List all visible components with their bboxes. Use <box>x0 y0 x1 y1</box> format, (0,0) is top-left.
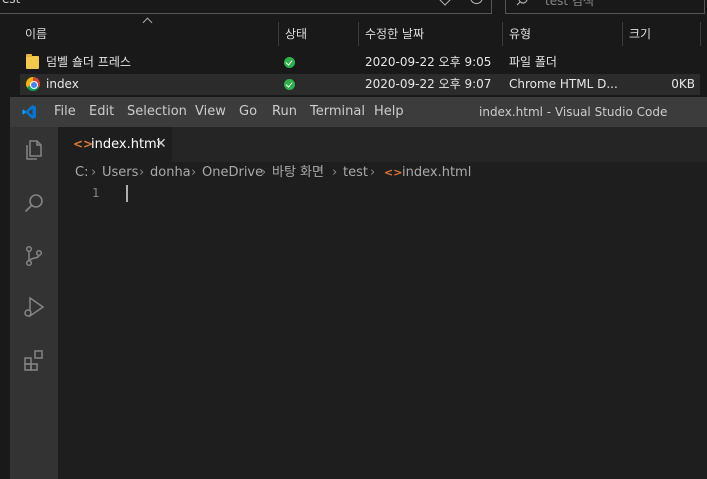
vscode-logo-icon <box>22 105 36 119</box>
list-item[interactable]: 덤벨 숄더 프레스 2020-09-22 오후 9:05 파일 폴더 <box>20 52 700 73</box>
chevron-right-icon: › <box>261 165 267 180</box>
address-bar[interactable] <box>0 0 492 14</box>
column-divider[interactable] <box>278 22 279 46</box>
file-date: 2020-09-22 오후 9:07 <box>365 77 492 91</box>
search-icon[interactable] <box>22 191 46 215</box>
breadcrumb-item[interactable]: test <box>343 162 368 184</box>
column-type[interactable]: 유형 <box>509 22 531 46</box>
list-item[interactable]: index 2020-09-22 오후 9:07 Chrome HTML D..… <box>20 74 700 95</box>
chevron-right-icon: › <box>332 165 338 180</box>
extensions-icon[interactable] <box>22 348 46 372</box>
menu-view[interactable]: View <box>195 97 226 127</box>
sync-status-icon <box>284 79 295 90</box>
search-placeholder: test 검색 <box>545 0 594 8</box>
column-divider[interactable] <box>622 22 623 46</box>
menu-run[interactable]: Run <box>272 97 297 127</box>
file-type: Chrome HTML D... <box>509 77 618 91</box>
activity-bar <box>10 127 58 479</box>
vscode-window: File Edit Selection View Go Run Terminal… <box>10 97 707 479</box>
breadcrumb-item[interactable]: Users <box>102 162 138 184</box>
column-divider[interactable] <box>700 22 701 46</box>
close-icon[interactable]: ✕ <box>155 127 167 162</box>
file-size: 0KB <box>671 77 695 91</box>
tab-label: index.html <box>91 137 161 152</box>
search-input[interactable] <box>505 0 705 14</box>
column-divider[interactable] <box>502 22 503 46</box>
column-divider[interactable] <box>358 22 359 46</box>
folder-icon <box>26 54 39 69</box>
breadcrumb-item[interactable]: donha <box>150 162 191 184</box>
chrome-icon <box>26 77 40 91</box>
address-text: est <box>2 0 20 6</box>
menu-edit[interactable]: Edit <box>89 97 114 127</box>
chevron-right-icon: › <box>370 165 376 180</box>
breadcrumb-item[interactable]: index.html <box>402 162 471 184</box>
tab-index-html[interactable]: <> index.html ✕ <box>58 127 172 162</box>
explorer-files-icon[interactable] <box>22 138 46 162</box>
file-name: 덤벨 숄더 프레스 <box>46 55 131 69</box>
menu-selection[interactable]: Selection <box>127 97 187 127</box>
chevron-right-icon: › <box>139 165 145 180</box>
breadcrumb-item[interactable]: C: <box>75 162 88 184</box>
sync-status-icon <box>284 57 295 68</box>
menu-terminal[interactable]: Terminal <box>310 97 365 127</box>
window-title: index.html - Visual Studio Code <box>479 105 668 119</box>
text-cursor <box>126 185 128 202</box>
breadcrumb-item[interactable]: OneDrive <box>202 162 263 184</box>
menu-help[interactable]: Help <box>374 97 404 127</box>
column-name[interactable]: 이름 <box>25 22 47 46</box>
file-explorer: est test 검색 이름 상태 수정한 날짜 유형 크기 덤벨 숄더 프레스… <box>0 0 707 96</box>
breadcrumb-item[interactable]: 바탕 화면 <box>272 162 324 184</box>
menu-go[interactable]: Go <box>239 97 257 127</box>
column-date[interactable]: 수정한 날짜 <box>365 22 424 46</box>
breadcrumb: C: › Users › donha › OneDrive › 바탕 화면 › … <box>58 162 707 184</box>
file-type: 파일 폴더 <box>509 55 557 69</box>
column-size[interactable]: 크기 <box>629 22 651 46</box>
file-name: index <box>46 77 79 91</box>
column-status[interactable]: 상태 <box>285 22 307 46</box>
title-bar[interactable]: File Edit Selection View Go Run Terminal… <box>10 97 707 127</box>
html-file-icon: <> <box>384 166 403 179</box>
source-control-icon[interactable] <box>22 244 46 268</box>
line-number: 1 <box>92 186 100 200</box>
search-icon <box>516 0 528 6</box>
editor-tab-bar: <> index.html ✕ <box>58 127 707 162</box>
run-debug-icon[interactable] <box>22 295 46 319</box>
code-editor[interactable]: 1 <box>58 184 707 479</box>
column-header: 이름 상태 수정한 날짜 유형 크기 <box>0 22 707 46</box>
file-date: 2020-09-22 오후 9:05 <box>365 55 492 69</box>
menu-file[interactable]: File <box>54 97 76 127</box>
chevron-right-icon: › <box>191 165 197 180</box>
chevron-right-icon: › <box>91 165 97 180</box>
